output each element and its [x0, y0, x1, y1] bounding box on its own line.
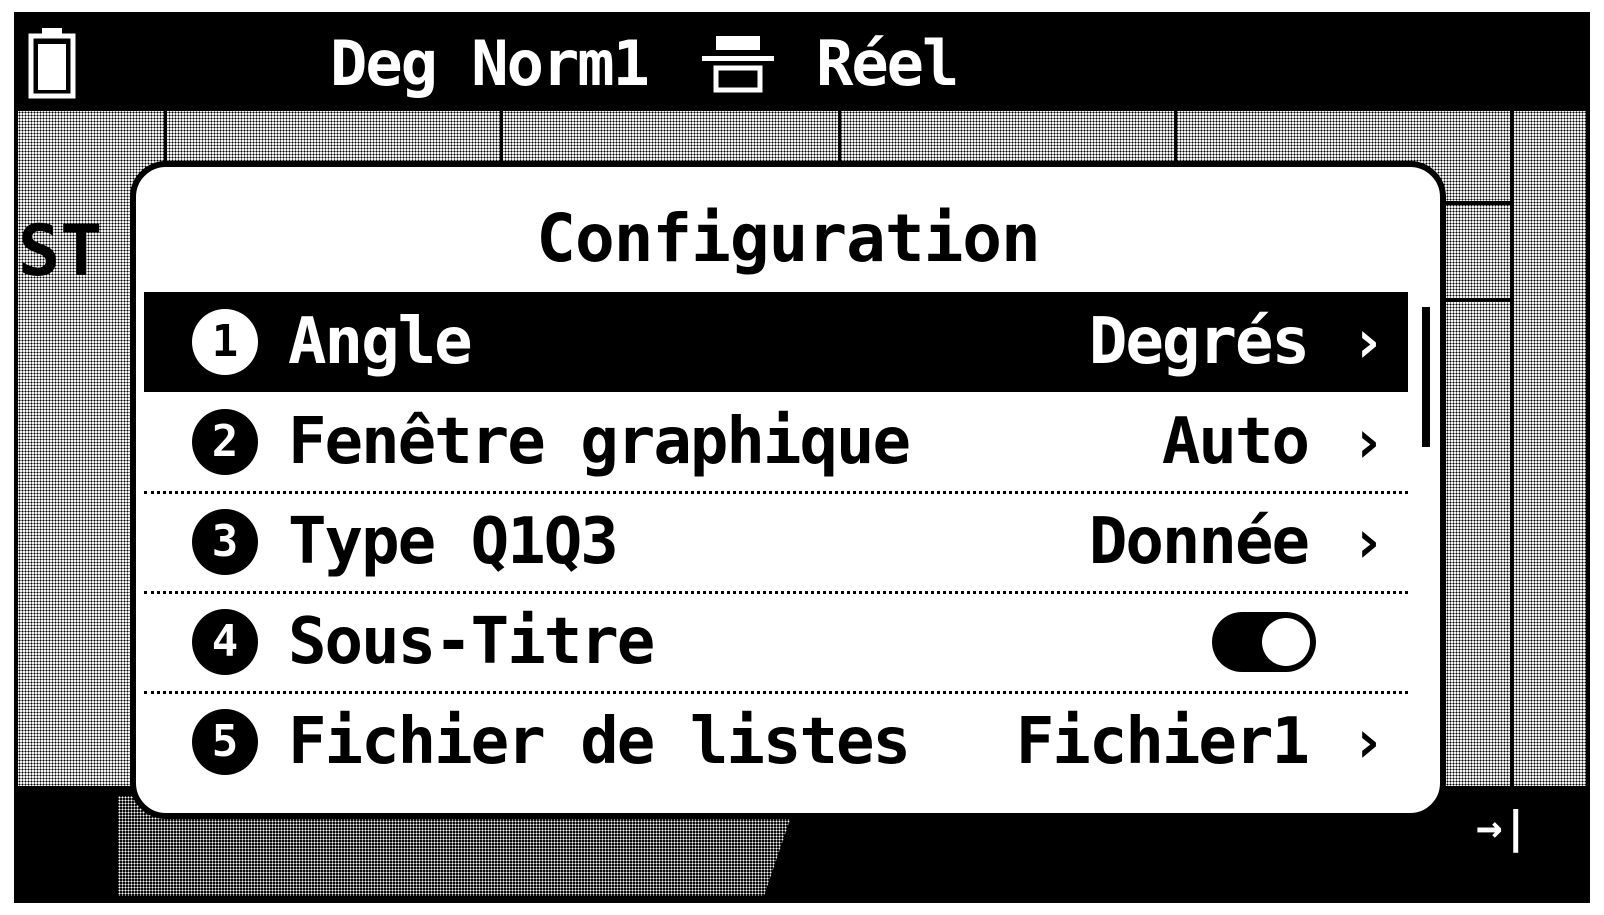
setting-label: Type Q1Q3: [288, 505, 619, 579]
item-number-badge: 4: [192, 609, 258, 675]
setting-row-list-file[interactable]: 5 Fichier de listes Fichier1 ›: [144, 692, 1408, 792]
list-row-divider: [1438, 201, 1510, 205]
setting-value: Donnée: [1088, 505, 1310, 579]
toggle-knob: [1262, 618, 1310, 666]
calculator-screen: Deg Norm1 Réel ST →| Configuration 1 Ang…: [0, 0, 1604, 915]
subtitle-toggle[interactable]: [1212, 612, 1316, 672]
list-row-divider: [1438, 298, 1510, 302]
chevron-right-icon: ›: [1349, 507, 1386, 577]
chevron-right-icon: ›: [1349, 707, 1386, 777]
setting-row-q1q3-type[interactable]: 3 Type Q1Q3 Donnée ›: [144, 492, 1408, 594]
status-bar: Deg Norm1 Réel: [18, 16, 1586, 111]
setting-value: Auto: [1161, 405, 1310, 479]
setting-row-angle[interactable]: 1 Angle Degrés ›: [144, 292, 1408, 392]
list-column-divider: [1510, 111, 1514, 801]
setting-label: Fichier de listes: [288, 705, 911, 779]
end-arrow-icon[interactable]: →|: [1476, 802, 1529, 853]
display-format-icon: [702, 36, 774, 93]
side-label: ST: [18, 210, 103, 292]
setting-value: Degrés: [1088, 305, 1310, 379]
setting-row-graph-window[interactable]: 2 Fenêtre graphique Auto ›: [144, 392, 1408, 494]
configuration-dialog: Configuration 1 Angle Degrés › 2 Fenêtre…: [130, 161, 1446, 819]
setting-label: Angle: [288, 305, 473, 379]
chevron-right-icon: ›: [1349, 407, 1386, 477]
item-number-badge: 1: [192, 309, 258, 375]
dialog-title: Configuration: [536, 200, 1041, 277]
setting-label: Sous-Titre: [288, 605, 655, 679]
setting-value: Fichier1: [1015, 705, 1310, 779]
number-format-label: Réel: [816, 27, 959, 100]
chevron-right-icon: ›: [1349, 307, 1386, 377]
item-number-badge: 5: [192, 709, 258, 775]
item-number-badge: 2: [192, 409, 258, 475]
item-number-badge: 3: [192, 509, 258, 575]
angle-mode-label: Deg Norm1: [330, 27, 650, 100]
battery-icon: [28, 28, 76, 99]
screen-frame: Deg Norm1 Réel ST →| Configuration 1 Ang…: [14, 12, 1590, 903]
setting-label: Fenêtre graphique: [288, 405, 911, 479]
setting-row-subtitle[interactable]: 4 Sous-Titre: [144, 592, 1408, 694]
scrollbar[interactable]: [1422, 307, 1430, 447]
